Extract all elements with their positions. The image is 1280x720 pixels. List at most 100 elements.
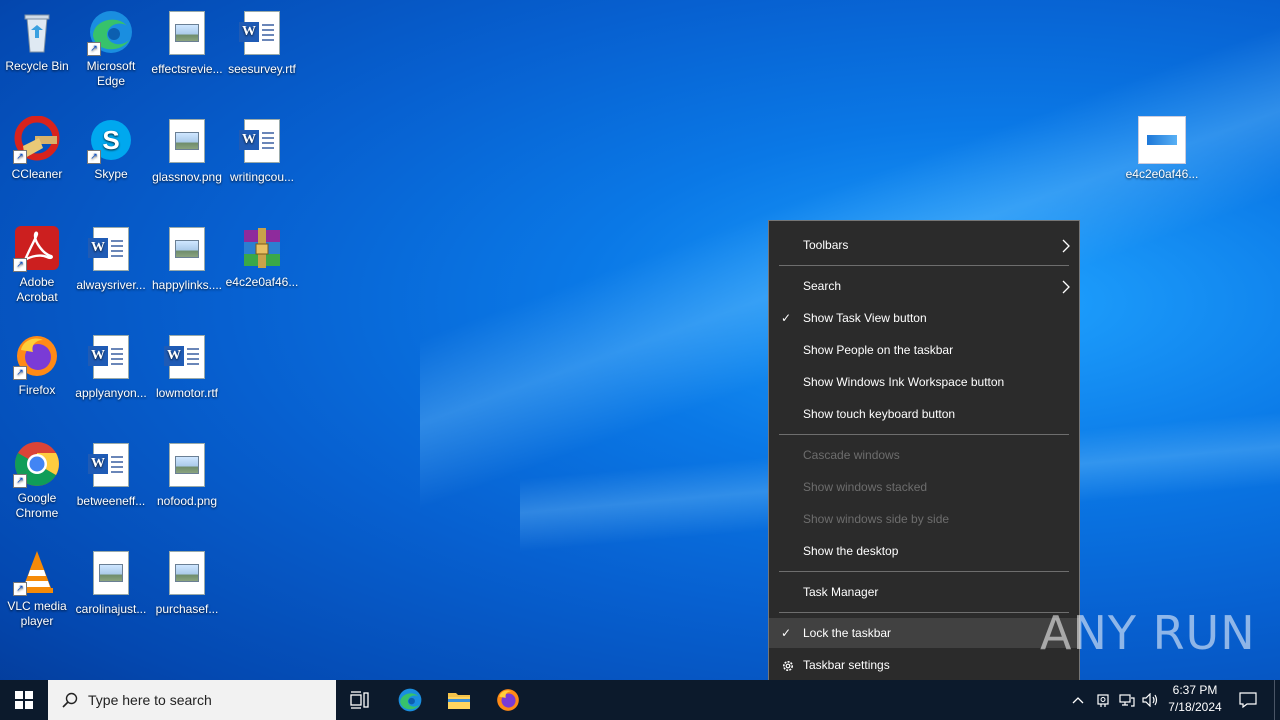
- ccleaner-icon: ↗: [13, 115, 61, 164]
- desktop-icon-label: writingcou...: [229, 170, 295, 184]
- taskbar-edge-button[interactable]: [386, 680, 434, 720]
- menu-separator: [779, 571, 1069, 572]
- desktop-icon-microsoft-edge[interactable]: ↗ Microsoft Edge: [74, 8, 148, 89]
- taskbar-file-explorer-button[interactable]: [435, 680, 483, 720]
- gear-icon: [781, 650, 795, 680]
- chevron-right-icon: [1061, 271, 1071, 301]
- word-document-icon: W: [88, 227, 129, 271]
- menu-item-task-manager[interactable]: Task Manager: [769, 577, 1079, 607]
- menu-item-search[interactable]: Search: [769, 271, 1079, 301]
- desktop-icon-label: Recycle Bin: [5, 59, 69, 73]
- desktop-icon-windows-thumbnail[interactable]: e4c2e0af46...: [1125, 116, 1199, 182]
- desktop-icon-label: Microsoft Edge: [86, 59, 136, 88]
- anyrun-watermark: ANY RUN: [1040, 606, 1256, 660]
- desktop-icon-image-file[interactable]: purchasef...: [150, 548, 224, 617]
- menu-separator: [779, 612, 1069, 613]
- desktop-icon-firefox[interactable]: ↗ Firefox: [0, 332, 74, 398]
- desktop-icon-label: purchasef...: [155, 602, 219, 616]
- winrar-archive-icon: [238, 224, 286, 272]
- desktop-icon-label: Firefox: [18, 383, 56, 397]
- image-file-icon: [169, 119, 205, 163]
- desktop-icon-image-file[interactable]: nofood.png: [150, 440, 224, 509]
- menu-item-label: Taskbar settings: [803, 658, 890, 672]
- desktop-icon-skype[interactable]: S ↗ Skype: [74, 116, 148, 182]
- desktop-icon-word-file[interactable]: W alwaysriver...: [74, 224, 148, 293]
- desktop-icon-label: Adobe Acrobat: [16, 275, 58, 304]
- skype-icon: S ↗: [87, 116, 135, 164]
- desktop-icon-label: glassnov.png: [152, 170, 222, 184]
- desktop-icon-google-chrome[interactable]: ↗ Google Chrome: [0, 440, 74, 521]
- image-file-icon: [93, 551, 129, 595]
- menu-item-label: Lock the taskbar: [803, 626, 892, 640]
- shortcut-arrow-icon: ↗: [13, 582, 27, 596]
- menu-item-show-desktop[interactable]: Show the desktop: [769, 536, 1079, 566]
- desktop-icon-word-file[interactable]: W betweeneff...: [74, 440, 148, 509]
- desktop-icon-winrar-archive[interactable]: e4c2e0af46...: [225, 224, 299, 290]
- menu-item-label: Show the desktop: [803, 544, 899, 558]
- tray-usb-button[interactable]: [1091, 680, 1115, 720]
- desktop-icon-image-file[interactable]: glassnov.png: [150, 116, 224, 185]
- desktop-icon-word-file[interactable]: W applyanyon...: [74, 332, 148, 401]
- menu-item-taskbar-settings[interactable]: Taskbar settings: [769, 650, 1079, 680]
- desktop-icon-word-file[interactable]: W seesurvey.rtf: [225, 8, 299, 77]
- svg-text:S: S: [102, 125, 119, 155]
- tray-overflow-button[interactable]: [1066, 680, 1090, 720]
- desktop-icon-ccleaner[interactable]: ↗ CCleaner: [0, 115, 74, 182]
- desktop-icon-word-file[interactable]: W writingcou...: [225, 116, 299, 185]
- action-center-button[interactable]: [1234, 680, 1262, 720]
- menu-item-show-ink-workspace[interactable]: Show Windows Ink Workspace button: [769, 367, 1079, 397]
- checkmark-icon: ✓: [781, 311, 792, 325]
- taskbar-clock[interactable]: 6:37 PM 7/18/2024: [1160, 682, 1230, 716]
- menu-item-windows-stacked: Show windows stacked: [769, 472, 1079, 502]
- edge-icon: [398, 688, 422, 712]
- shortcut-arrow-icon: ↗: [13, 474, 27, 488]
- desktop-icon-recycle-bin[interactable]: Recycle Bin: [0, 8, 74, 74]
- menu-item-lock-taskbar[interactable]: ✓ Lock the taskbar: [769, 618, 1079, 648]
- desktop-icon-image-file[interactable]: effectsrevie...: [150, 8, 224, 77]
- chrome-icon: ↗: [13, 440, 61, 488]
- menu-item-windows-side-by-side: Show windows side by side: [769, 504, 1079, 534]
- taskbar-firefox-button[interactable]: [484, 680, 532, 720]
- shortcut-arrow-icon: ↗: [13, 366, 27, 380]
- desktop-icon-label: applyanyon...: [75, 386, 147, 400]
- desktop-icon-image-file[interactable]: carolinajust...: [74, 548, 148, 617]
- desktop-icon-adobe-acrobat[interactable]: ↗ Adobe Acrobat: [0, 224, 74, 305]
- desktop-icon-vlc[interactable]: ↗ VLC media player: [0, 548, 74, 629]
- windows-logo-icon: [15, 691, 33, 709]
- shortcut-arrow-icon: ↗: [87, 150, 101, 164]
- menu-item-show-task-view[interactable]: ✓ Show Task View button: [769, 303, 1079, 333]
- task-view-icon: [350, 691, 369, 709]
- desktop-icon-label: carolinajust...: [75, 602, 147, 616]
- chevron-right-icon: [1061, 230, 1071, 260]
- desktop-icon-label: Skype: [94, 167, 128, 181]
- menu-item-toolbars[interactable]: Toolbars: [769, 230, 1079, 260]
- shortcut-arrow-icon: ↗: [13, 150, 27, 164]
- desktop-icon-label: happylinks....: [151, 278, 223, 292]
- start-button[interactable]: [0, 680, 48, 720]
- chevron-up-icon: [1072, 697, 1084, 704]
- volume-icon: [1142, 693, 1158, 707]
- notification-icon: [1239, 692, 1257, 708]
- taskbar-search-box[interactable]: Type here to search: [48, 680, 336, 720]
- menu-separator: [779, 434, 1069, 435]
- desktop-icon-image-file[interactable]: happylinks....: [150, 224, 224, 293]
- desktop-icon-word-file[interactable]: W lowmotor.rtf: [150, 332, 224, 401]
- menu-item-label: Show windows side by side: [803, 512, 950, 526]
- desktop-icon-label: e4c2e0af46...: [1125, 167, 1199, 181]
- menu-item-label: Cascade windows: [803, 448, 900, 462]
- menu-item-show-people[interactable]: Show People on the taskbar: [769, 335, 1079, 365]
- tray-network-button[interactable]: [1115, 680, 1139, 720]
- edge-icon: ↗: [87, 8, 135, 56]
- menu-item-show-touch-keyboard[interactable]: Show touch keyboard button: [769, 399, 1079, 429]
- image-file-icon: [169, 227, 205, 271]
- desktop-icon-label: nofood.png: [156, 494, 218, 508]
- network-icon: [1119, 694, 1135, 707]
- image-file-icon: [169, 443, 205, 487]
- menu-item-label: Search: [803, 279, 842, 293]
- task-view-button[interactable]: [336, 680, 384, 720]
- desktop-icon-label: betweeneff...: [76, 494, 146, 508]
- show-desktop-button[interactable]: [1274, 680, 1280, 720]
- search-icon: [62, 692, 78, 708]
- desktop-icon-label: alwaysriver...: [76, 278, 146, 292]
- vlc-icon: ↗: [13, 548, 61, 596]
